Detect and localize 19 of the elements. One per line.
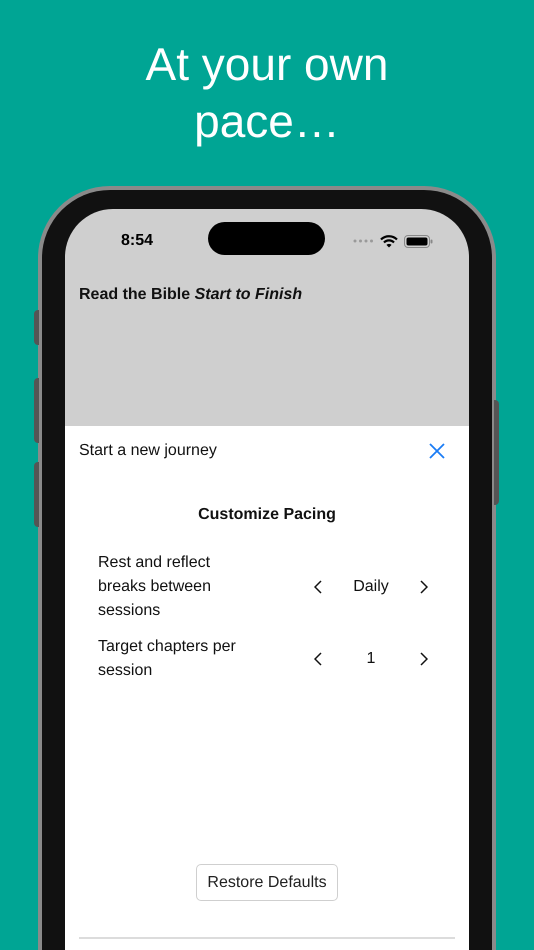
- chevron-left-icon: [314, 580, 322, 594]
- signal-icon: [353, 239, 374, 243]
- wifi-icon: [380, 234, 398, 248]
- battery-icon: [404, 234, 433, 248]
- close-icon: [429, 443, 445, 459]
- chevron-right-icon: [420, 652, 428, 666]
- sheet-title: Start a new journey: [79, 441, 217, 461]
- restore-defaults-button[interactable]: Restore Defaults: [196, 864, 338, 901]
- close-button[interactable]: [427, 441, 447, 461]
- setting-value: 1: [366, 649, 376, 669]
- setting-label: Rest and reflect breaks between sessions: [98, 553, 212, 621]
- app-title: Read the Bible Start to Finish: [79, 285, 304, 305]
- headline: At your own pace…: [144, 37, 390, 149]
- status-time: 8:54: [121, 231, 154, 251]
- chevron-left-icon: [314, 652, 322, 666]
- setting-label: Target chapters per session: [98, 637, 237, 681]
- chevron-right-icon: [420, 580, 428, 594]
- setting-value: Daily: [352, 577, 390, 597]
- section-title: Customize Pacing: [197, 505, 337, 525]
